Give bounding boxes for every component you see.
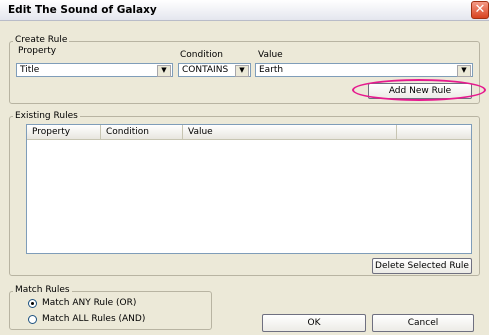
property-dropdown-value: Title (20, 65, 40, 75)
window-title: Edit The Sound of Galaxy (8, 4, 157, 16)
match-rules-legend: Match Rules (13, 285, 72, 296)
chevron-down-icon[interactable]: ▼ (235, 65, 249, 77)
create-rule-legend: Create Rule (13, 35, 70, 46)
match-any-radio[interactable] (28, 299, 37, 308)
value-dropdown[interactable]: Earth ▼ (255, 63, 473, 77)
value-dropdown-value: Earth (259, 65, 284, 75)
column-header-filler (397, 125, 471, 140)
rules-list[interactable]: Property Condition Value (26, 124, 472, 254)
match-all-label: Match ALL Rules (AND) (42, 314, 146, 324)
ok-button[interactable]: OK (262, 314, 366, 332)
condition-label: Condition (180, 50, 223, 60)
column-header-value[interactable]: Value (183, 125, 397, 140)
chevron-down-icon[interactable]: ▼ (457, 65, 471, 77)
close-button[interactable]: ✕ (471, 1, 489, 19)
match-any-option[interactable]: Match ANY Rule (OR) (28, 298, 198, 310)
match-all-option[interactable]: Match ALL Rules (AND) (28, 314, 198, 326)
column-header-property[interactable]: Property (27, 125, 101, 140)
value-label: Value (258, 50, 283, 60)
column-header-condition[interactable]: Condition (101, 125, 183, 140)
cancel-button[interactable]: Cancel (372, 314, 474, 332)
match-all-radio[interactable] (28, 315, 37, 324)
property-dropdown[interactable]: Title ▼ (16, 63, 173, 77)
highlight-ellipse (352, 79, 486, 101)
chevron-down-icon[interactable]: ▼ (157, 65, 171, 77)
existing-rules-legend: Existing Rules (13, 111, 80, 122)
match-any-label: Match ANY Rule (OR) (42, 298, 137, 308)
condition-dropdown-value: CONTAINS (182, 65, 229, 75)
property-label: Property (18, 46, 57, 56)
condition-dropdown[interactable]: CONTAINS ▼ (178, 63, 251, 77)
delete-selected-rule-button[interactable]: Delete Selected Rule (372, 258, 472, 274)
